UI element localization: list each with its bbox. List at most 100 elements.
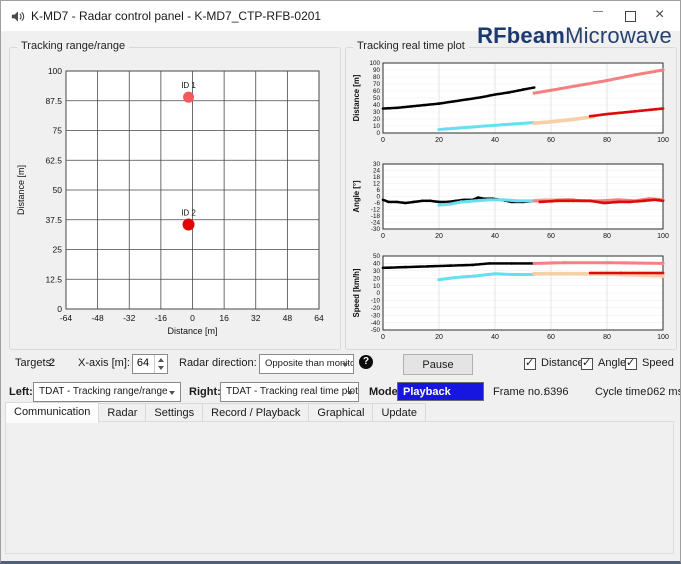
rfbeam-logo: RFbeamMicrowave bbox=[477, 23, 672, 49]
svg-text:ID 1: ID 1 bbox=[181, 81, 196, 90]
svg-text:70: 70 bbox=[373, 81, 381, 88]
angle-checkbox-label[interactable]: Angle bbox=[598, 357, 626, 369]
svg-text:-12: -12 bbox=[371, 207, 381, 214]
svg-text:-40: -40 bbox=[371, 320, 381, 327]
svg-text:10: 10 bbox=[373, 123, 381, 130]
svg-text:20: 20 bbox=[373, 116, 381, 123]
tab-record-playback[interactable]: Record / Playback bbox=[202, 403, 310, 422]
svg-text:100: 100 bbox=[657, 233, 669, 240]
svg-text:50: 50 bbox=[53, 185, 63, 195]
svg-text:-64: -64 bbox=[60, 313, 73, 323]
left-plot-dropdown-value: TDAT - Tracking range/range bbox=[39, 386, 168, 397]
spinner-arrows[interactable] bbox=[154, 355, 167, 373]
svg-text:10: 10 bbox=[373, 283, 381, 290]
xaxis-value[interactable]: 64 bbox=[133, 357, 153, 369]
svg-text:-32: -32 bbox=[123, 313, 136, 323]
mode-field[interactable]: Playback bbox=[397, 382, 484, 401]
svg-text:60: 60 bbox=[547, 137, 555, 144]
svg-text:80: 80 bbox=[373, 74, 381, 81]
svg-text:12.5: 12.5 bbox=[45, 274, 62, 284]
tab-settings[interactable]: Settings bbox=[145, 403, 204, 422]
svg-text:60: 60 bbox=[547, 233, 555, 240]
svg-text:40: 40 bbox=[373, 261, 381, 268]
spinner-down-icon[interactable] bbox=[158, 366, 164, 370]
svg-text:50: 50 bbox=[373, 253, 381, 260]
svg-text:40: 40 bbox=[491, 137, 499, 144]
svg-text:80: 80 bbox=[603, 334, 611, 341]
angle-checkbox[interactable] bbox=[581, 356, 593, 370]
pause-button[interactable]: Pause bbox=[403, 354, 473, 375]
svg-text:100: 100 bbox=[657, 334, 669, 341]
svg-text:80: 80 bbox=[603, 233, 611, 240]
app-window: K-MD7 - Radar control panel - K-MD7_CTP-… bbox=[0, 0, 681, 564]
distance-checkbox[interactable] bbox=[524, 356, 536, 370]
logo-light: Microwave bbox=[565, 23, 672, 48]
svg-text:Speed [km/h]: Speed [km/h] bbox=[352, 268, 361, 317]
frame-no-label: Frame no.: bbox=[493, 386, 547, 398]
svg-text:40: 40 bbox=[491, 233, 499, 240]
svg-text:37.5: 37.5 bbox=[45, 215, 62, 225]
svg-text:20: 20 bbox=[435, 137, 443, 144]
left-plot-dropdown[interactable]: TDAT - Tracking range/range bbox=[33, 382, 181, 402]
svg-text:20: 20 bbox=[435, 334, 443, 341]
svg-text:75: 75 bbox=[53, 126, 63, 136]
spinner-up-icon[interactable] bbox=[158, 358, 164, 362]
window-title: K-MD7 - Radar control panel - K-MD7_CTP-… bbox=[31, 9, 322, 23]
svg-text:24: 24 bbox=[373, 168, 381, 175]
svg-text:48: 48 bbox=[283, 313, 293, 323]
svg-text:18: 18 bbox=[373, 174, 381, 181]
frame-no-value: 6396 bbox=[544, 386, 569, 398]
svg-text:0: 0 bbox=[381, 137, 385, 144]
speed-checkbox-label[interactable]: Speed bbox=[642, 357, 674, 369]
svg-text:Distance [m]: Distance [m] bbox=[16, 165, 26, 215]
svg-text:Distance [m]: Distance [m] bbox=[167, 326, 217, 336]
svg-text:20: 20 bbox=[373, 275, 381, 282]
svg-text:90: 90 bbox=[373, 67, 381, 74]
svg-text:62.5: 62.5 bbox=[45, 155, 62, 165]
cycle-time-value: 062 ms bbox=[647, 386, 681, 398]
svg-text:-30: -30 bbox=[371, 226, 381, 233]
svg-text:64: 64 bbox=[314, 313, 324, 323]
help-icon[interactable] bbox=[359, 355, 373, 369]
xaxis-spinner[interactable]: 64 bbox=[132, 354, 168, 374]
svg-text:-16: -16 bbox=[155, 313, 168, 323]
svg-text:6: 6 bbox=[376, 187, 380, 194]
svg-text:40: 40 bbox=[373, 102, 381, 109]
svg-text:87.5: 87.5 bbox=[45, 96, 62, 106]
distance-checkbox-label[interactable]: Distance bbox=[541, 357, 584, 369]
svg-text:-50: -50 bbox=[371, 327, 381, 334]
radar-direction-dropdown[interactable]: Opposite than monito bbox=[259, 354, 354, 374]
realtime-title: Tracking real time plot bbox=[353, 40, 469, 52]
svg-text:100: 100 bbox=[369, 60, 380, 67]
tab-bar: Communication Radar Settings Record / Pl… bbox=[5, 402, 426, 423]
svg-text:30: 30 bbox=[373, 161, 381, 168]
svg-text:60: 60 bbox=[547, 334, 555, 341]
cycle-time-label: Cycle time: bbox=[595, 386, 650, 398]
tab-radar[interactable]: Radar bbox=[98, 403, 147, 422]
svg-text:-48: -48 bbox=[91, 313, 104, 323]
tab-communication[interactable]: Communication bbox=[5, 402, 100, 423]
radar-direction-value: Opposite than monito bbox=[265, 358, 354, 369]
speed-checkbox[interactable] bbox=[625, 356, 637, 370]
tab-graphical[interactable]: Graphical bbox=[308, 403, 374, 422]
tracking-range-title: Tracking range/range bbox=[17, 40, 130, 52]
right-selector-label: Right: bbox=[189, 386, 221, 398]
pause-label: Pause bbox=[422, 359, 454, 371]
svg-text:100: 100 bbox=[657, 137, 669, 144]
app-icon bbox=[11, 11, 25, 22]
svg-text:32: 32 bbox=[251, 313, 261, 323]
xaxis-label: X-axis [m]: bbox=[78, 357, 130, 369]
svg-text:-10: -10 bbox=[371, 298, 381, 305]
svg-text:12: 12 bbox=[373, 181, 381, 188]
svg-text:0: 0 bbox=[190, 313, 195, 323]
left-selector-label: Left: bbox=[9, 386, 33, 398]
right-plot-dropdown[interactable]: TDAT - Tracking real time plot bbox=[220, 382, 359, 402]
svg-text:-24: -24 bbox=[371, 220, 381, 227]
communication-tab-panel bbox=[5, 421, 674, 554]
svg-text:100: 100 bbox=[48, 66, 62, 76]
mode-value: Playback bbox=[403, 386, 451, 398]
right-plot-dropdown-value: TDAT - Tracking real time plot bbox=[226, 386, 358, 397]
svg-text:20: 20 bbox=[435, 233, 443, 240]
tab-update[interactable]: Update bbox=[372, 403, 426, 422]
svg-text:Distance [m]: Distance [m] bbox=[352, 74, 361, 121]
